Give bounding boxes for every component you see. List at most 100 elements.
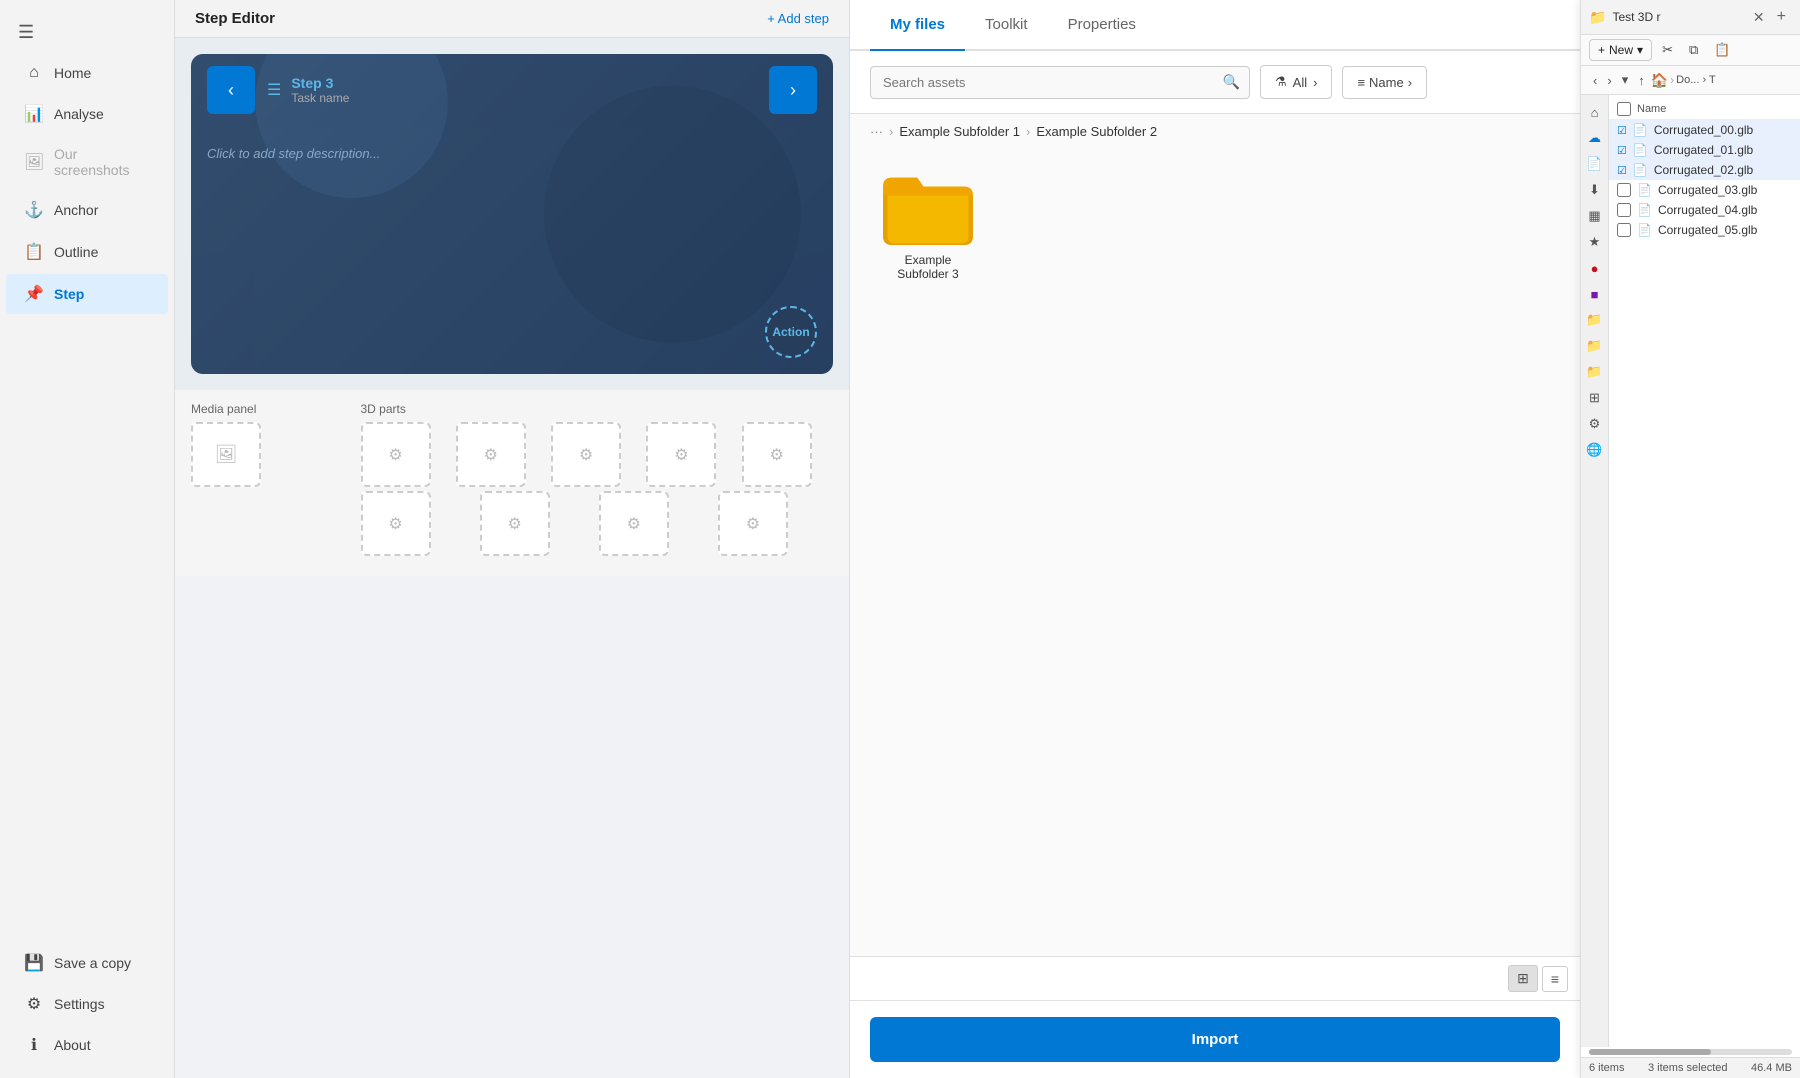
hamburger-menu-icon[interactable]: ☰ bbox=[0, 12, 174, 53]
sidebar-item-outline[interactable]: 📋 Outline bbox=[6, 232, 168, 272]
explorer-home-icon: 🏠 bbox=[1651, 72, 1668, 89]
explorer-app-icon[interactable]: ⚙ bbox=[1584, 413, 1606, 435]
3d-slot-5[interactable]: ⚙ bbox=[361, 491, 431, 556]
file-grid: Example Subfolder 3 bbox=[850, 149, 1580, 956]
file-checkbox-3[interactable] bbox=[1617, 183, 1631, 197]
3d-icon: ⚙ bbox=[770, 445, 784, 465]
glb-file-icon-2: 📄 bbox=[1633, 163, 1648, 177]
explorer-download-icon[interactable]: ⬇ bbox=[1584, 179, 1606, 201]
explorer-onedrive-icon[interactable]: ☁ bbox=[1584, 127, 1606, 149]
search-input[interactable] bbox=[870, 66, 1250, 99]
breadcrumb-item-2[interactable]: Example Subfolder 2 bbox=[1036, 124, 1157, 139]
tab-properties[interactable]: Properties bbox=[1048, 0, 1156, 51]
search-icon: 🔍 bbox=[1223, 74, 1240, 91]
step-card-container: ‹ ☰ Step 3 Task name › Click to add step… bbox=[175, 38, 849, 390]
3d-slot-2[interactable]: ⚙ bbox=[551, 422, 621, 487]
list-view-button[interactable]: ≡ bbox=[1542, 966, 1568, 992]
copy-button[interactable]: ⧉ bbox=[1683, 39, 1704, 61]
3d-icon: ⚙ bbox=[507, 514, 521, 534]
explorer-table-icon[interactable]: ▦ bbox=[1584, 205, 1606, 227]
step-list-icon: ☰ bbox=[267, 80, 281, 100]
sidebar-item-home[interactable]: ⌂ Home bbox=[6, 54, 168, 92]
explorer-grid-icon[interactable]: ⊞ bbox=[1584, 387, 1606, 409]
check-icon-2: ☑ bbox=[1617, 164, 1627, 177]
sidebar-item-anchor[interactable]: ⚓ Anchor bbox=[6, 190, 168, 230]
explorer-purple-icon[interactable]: ■ bbox=[1584, 283, 1606, 305]
explorer-red-icon[interactable]: ● bbox=[1584, 257, 1606, 279]
nav-back-button[interactable]: ‹ bbox=[1589, 71, 1601, 90]
folder-label: Example Subfolder 3 bbox=[878, 253, 978, 281]
import-button[interactable]: Import bbox=[870, 1017, 1560, 1062]
file-name-0: Corrugated_00.glb bbox=[1654, 123, 1753, 137]
folder-item-example-subfolder-3[interactable]: Example Subfolder 3 bbox=[870, 165, 986, 289]
breadcrumb-dots[interactable]: ··· bbox=[870, 124, 883, 139]
media-slot-0[interactable]: 🖼 bbox=[191, 422, 261, 487]
cut-button[interactable]: ✂ bbox=[1656, 39, 1679, 61]
tab-toolkit[interactable]: Toolkit bbox=[965, 0, 1048, 51]
step-editor-title: Step Editor bbox=[195, 10, 275, 27]
file-item-0[interactable]: ☑ 📄 Corrugated_00.glb bbox=[1609, 120, 1800, 140]
file-item-2[interactable]: ☑ 📄 Corrugated_02.glb bbox=[1609, 160, 1800, 180]
glb-file-icon-1: 📄 bbox=[1633, 143, 1648, 157]
file-item-1[interactable]: ☑ 📄 Corrugated_01.glb bbox=[1609, 140, 1800, 160]
select-all-checkbox[interactable] bbox=[1617, 102, 1631, 116]
grid-view-button[interactable]: ⊞ bbox=[1508, 965, 1538, 992]
explorer-star-icon[interactable]: ★ bbox=[1584, 231, 1606, 253]
file-name-5: Corrugated_05.glb bbox=[1658, 223, 1757, 237]
sidebar-item-save-copy[interactable]: 💾 Save a copy bbox=[6, 943, 168, 983]
glb-file-icon-3: 📄 bbox=[1637, 183, 1652, 197]
3d-slot-8[interactable]: ⚙ bbox=[718, 491, 788, 556]
explorer-folder-yellow-1[interactable]: 📁 bbox=[1584, 309, 1606, 331]
sidebar-item-settings[interactable]: ⚙ Settings bbox=[6, 984, 168, 1024]
3d-icon: ⚙ bbox=[674, 445, 688, 465]
action-badge[interactable]: Action bbox=[765, 306, 817, 358]
explorer-folder-yellow-2[interactable]: 📁 bbox=[1584, 335, 1606, 357]
nav-dropdown-button[interactable]: ▾ bbox=[1618, 70, 1633, 90]
name-sort-button[interactable]: ≡ Name › bbox=[1342, 66, 1427, 99]
3d-slot-4[interactable]: ⚙ bbox=[742, 422, 812, 487]
step-name-container: Step 3 Task name bbox=[291, 75, 349, 105]
file-item-3[interactable]: 📄 Corrugated_03.glb bbox=[1609, 180, 1800, 200]
3d-slot-0[interactable]: ⚙ bbox=[361, 422, 431, 487]
explorer-folder-yellow-3[interactable]: 📁 bbox=[1584, 361, 1606, 383]
3d-grid-row2: ⚙ ⚙ ⚙ ⚙ bbox=[361, 491, 834, 556]
explorer-tab: 📁 Test 3D r bbox=[1589, 9, 1660, 26]
file-item-4[interactable]: 📄 Corrugated_04.glb bbox=[1609, 200, 1800, 220]
explorer-home-side-icon[interactable]: ⌂ bbox=[1584, 101, 1606, 123]
file-checkbox-4[interactable] bbox=[1617, 203, 1631, 217]
item-count: 6 items bbox=[1589, 1062, 1624, 1074]
3d-slot-7[interactable]: ⚙ bbox=[599, 491, 669, 556]
explorer-new-button[interactable]: + New ▾ bbox=[1589, 39, 1652, 61]
explorer-sidebar-icons: ⌂ ☁ 📄 ⬇ ▦ ★ ● ■ 📁 📁 📁 ⊞ ⚙ 🌐 bbox=[1581, 95, 1609, 1047]
paste-button[interactable]: 📋 bbox=[1708, 39, 1736, 61]
sidebar-item-about[interactable]: ℹ About bbox=[6, 1025, 168, 1065]
file-item-5[interactable]: 📄 Corrugated_05.glb bbox=[1609, 220, 1800, 240]
sidebar-item-analyse[interactable]: 📊 Analyse bbox=[6, 94, 168, 134]
explorer-new-tab-button[interactable]: + bbox=[1771, 6, 1792, 28]
filter-button[interactable]: ⚗ All › bbox=[1260, 65, 1332, 99]
explorer-files-icon[interactable]: 📄 bbox=[1584, 153, 1606, 175]
explorer-close-button[interactable]: ✕ bbox=[1749, 7, 1769, 28]
tabs-header: My files Toolkit Properties bbox=[850, 0, 1580, 51]
sidebar-item-step[interactable]: 📌 Step bbox=[6, 274, 168, 314]
media-panel-col: Media panel 🖼 bbox=[191, 402, 349, 556]
nav-up-button[interactable]: ↑ bbox=[1634, 71, 1649, 90]
analyse-icon: 📊 bbox=[24, 104, 44, 124]
tab-my-files[interactable]: My files bbox=[870, 0, 965, 51]
add-step-button[interactable]: + Add step bbox=[767, 11, 829, 26]
step-next-button[interactable]: › bbox=[769, 66, 817, 114]
3d-slot-6[interactable]: ⚙ bbox=[480, 491, 550, 556]
column-header-name: Name bbox=[1637, 103, 1666, 115]
add-step-label: + Add step bbox=[767, 11, 829, 26]
step-prev-button[interactable]: ‹ bbox=[207, 66, 255, 114]
3d-icon: ⚙ bbox=[746, 514, 760, 534]
3d-slot-1[interactable]: ⚙ bbox=[456, 422, 526, 487]
file-checkbox-5[interactable] bbox=[1617, 223, 1631, 237]
step-description[interactable]: Click to add step description... bbox=[191, 126, 833, 201]
3d-slot-3[interactable]: ⚙ bbox=[646, 422, 716, 487]
explorer-scrollbar[interactable] bbox=[1589, 1049, 1792, 1055]
nav-forward-button[interactable]: › bbox=[1603, 71, 1615, 90]
breadcrumb-item-1[interactable]: Example Subfolder 1 bbox=[899, 124, 1020, 139]
sort-icon: ≡ bbox=[1357, 75, 1365, 90]
explorer-cloud2-icon[interactable]: 🌐 bbox=[1584, 439, 1606, 461]
